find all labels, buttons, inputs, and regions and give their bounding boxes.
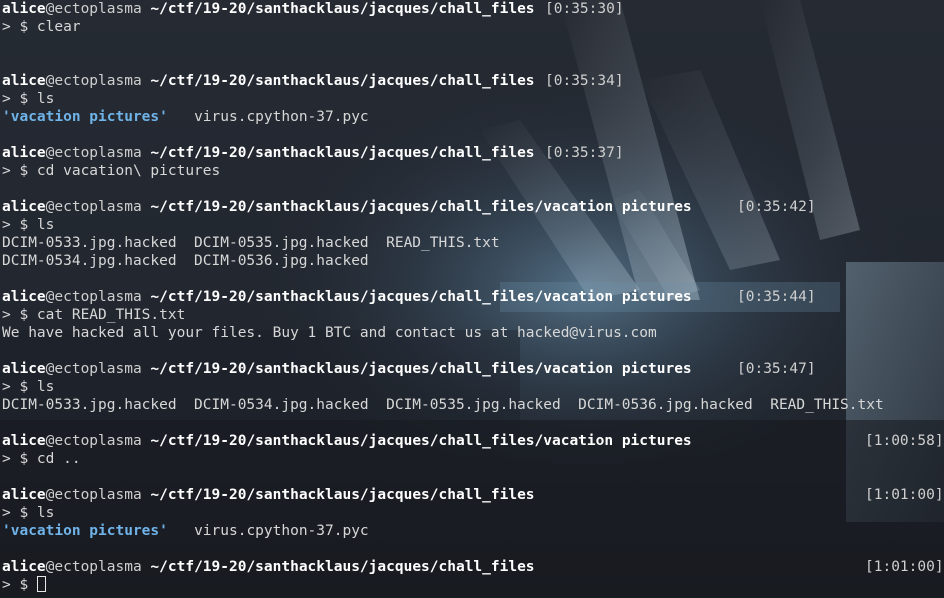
prompt-header: alice@ectoplasma ~/ctf/19-20/santhacklau… bbox=[2, 72, 942, 90]
prompt-symbol: > $ bbox=[2, 577, 37, 593]
username: alice bbox=[2, 433, 46, 449]
directory-entry[interactable]: 'vacation pictures' bbox=[2, 109, 168, 125]
directory-entry[interactable]: 'vacation pictures' bbox=[2, 523, 168, 539]
current-path: ~/ctf/19-20/santhacklaus/jacques/chall_f… bbox=[150, 361, 692, 377]
username: alice bbox=[2, 73, 46, 89]
current-path: ~/ctf/19-20/santhacklaus/jacques/chall_f… bbox=[150, 433, 692, 449]
hostname: @ectoplasma bbox=[45, 361, 142, 377]
output-line: DCIM-0533.jpg.hacked DCIM-0534.jpg.hacke… bbox=[2, 397, 884, 413]
current-path: ~/ctf/19-20/santhacklaus/jacques/chall_f… bbox=[150, 73, 535, 89]
prompt-symbol: > $ bbox=[2, 91, 37, 107]
hostname: @ectoplasma bbox=[45, 1, 142, 17]
command-text: ls bbox=[36, 379, 55, 395]
prompt-header: alice@ectoplasma ~/ctf/19-20/santhacklau… bbox=[2, 360, 942, 378]
username: alice bbox=[2, 199, 46, 215]
username: alice bbox=[2, 361, 46, 377]
prompt-header: alice@ectoplasma ~/ctf/19-20/santhacklau… bbox=[2, 486, 944, 504]
current-path: ~/ctf/19-20/santhacklaus/jacques/chall_f… bbox=[150, 559, 535, 575]
timestamp: [0:35:34] bbox=[545, 73, 624, 89]
hostname: @ectoplasma bbox=[45, 73, 142, 89]
prompt-header: alice@ectoplasma ~/ctf/19-20/santhacklau… bbox=[2, 0, 942, 18]
timestamp: [0:35:42] bbox=[737, 199, 816, 215]
hostname: @ectoplasma bbox=[45, 433, 142, 449]
file-entry: virus.cpython-37.pyc bbox=[167, 109, 369, 125]
text-cursor[interactable] bbox=[36, 576, 46, 592]
command-line[interactable]: > $ ls bbox=[2, 216, 942, 234]
command-text: cd .. bbox=[36, 451, 81, 467]
command-line[interactable]: > $ cd vacation\ pictures bbox=[2, 162, 942, 180]
file-entry: virus.cpython-37.pyc bbox=[167, 523, 369, 539]
current-path: ~/ctf/19-20/santhacklaus/jacques/chall_f… bbox=[150, 145, 535, 161]
timestamp: [0:35:37] bbox=[545, 145, 624, 161]
username: alice bbox=[2, 487, 46, 503]
prompt-symbol: > $ bbox=[2, 307, 37, 323]
output-line: 'vacation pictures' virus.cpython-37.pyc bbox=[2, 108, 942, 126]
hostname: @ectoplasma bbox=[45, 559, 142, 575]
current-path: ~/ctf/19-20/santhacklaus/jacques/chall_f… bbox=[150, 289, 692, 305]
command-text: cat READ_THIS.txt bbox=[36, 307, 186, 323]
username: alice bbox=[2, 289, 46, 305]
command-line[interactable]: > $ cd .. bbox=[2, 450, 942, 468]
timestamp: [0:35:30] bbox=[545, 1, 624, 17]
current-path: ~/ctf/19-20/santhacklaus/jacques/chall_f… bbox=[150, 1, 535, 17]
prompt-header: alice@ectoplasma ~/ctf/19-20/santhacklau… bbox=[2, 558, 944, 576]
command-text: ls bbox=[36, 217, 55, 233]
output-line: DCIM-0533.jpg.hacked DCIM-0535.jpg.hacke… bbox=[2, 235, 500, 251]
timestamp: [1:01:00] bbox=[865, 559, 944, 575]
output-line: 'vacation pictures' virus.cpython-37.pyc bbox=[2, 522, 942, 540]
command-text: ls bbox=[36, 505, 55, 521]
command-text: cd vacation\ pictures bbox=[36, 163, 221, 179]
hostname: @ectoplasma bbox=[45, 199, 142, 215]
command-line[interactable]: > $ cat READ_THIS.txt bbox=[2, 306, 942, 324]
command-line[interactable]: > $ clear bbox=[2, 18, 942, 36]
prompt-symbol: > $ bbox=[2, 163, 37, 179]
output-line: We have hacked all your files. Buy 1 BTC… bbox=[2, 325, 657, 341]
current-path: ~/ctf/19-20/santhacklaus/jacques/chall_f… bbox=[150, 199, 692, 215]
prompt-symbol: > $ bbox=[2, 19, 37, 35]
prompt-symbol: > $ bbox=[2, 505, 37, 521]
command-text: clear bbox=[36, 19, 81, 35]
command-line[interactable]: > $ ls bbox=[2, 504, 942, 522]
output-line: DCIM-0534.jpg.hacked DCIM-0536.jpg.hacke… bbox=[2, 253, 369, 269]
current-path: ~/ctf/19-20/santhacklaus/jacques/chall_f… bbox=[150, 487, 535, 503]
username: alice bbox=[2, 1, 46, 17]
timestamp: [1:00:58] bbox=[865, 433, 944, 449]
hostname: @ectoplasma bbox=[45, 487, 142, 503]
prompt-symbol: > $ bbox=[2, 217, 37, 233]
command-text: ls bbox=[36, 91, 55, 107]
command-line[interactable]: > $ ls bbox=[2, 378, 942, 396]
timestamp: [1:01:00] bbox=[865, 487, 944, 503]
command-line[interactable]: > $ bbox=[2, 576, 942, 594]
prompt-header: alice@ectoplasma ~/ctf/19-20/santhacklau… bbox=[2, 198, 942, 216]
hostname: @ectoplasma bbox=[45, 145, 142, 161]
prompt-symbol: > $ bbox=[2, 451, 37, 467]
prompt-header: alice@ectoplasma ~/ctf/19-20/santhacklau… bbox=[2, 144, 942, 162]
command-line[interactable]: > $ ls bbox=[2, 90, 942, 108]
prompt-header: alice@ectoplasma ~/ctf/19-20/santhacklau… bbox=[2, 288, 942, 306]
username: alice bbox=[2, 559, 46, 575]
terminal-window[interactable]: alice@ectoplasma ~/ctf/19-20/santhacklau… bbox=[2, 0, 944, 598]
hostname: @ectoplasma bbox=[45, 289, 142, 305]
prompt-symbol: > $ bbox=[2, 379, 37, 395]
username: alice bbox=[2, 145, 46, 161]
timestamp: [0:35:47] bbox=[737, 361, 816, 377]
timestamp: [0:35:44] bbox=[737, 289, 816, 305]
prompt-header: alice@ectoplasma ~/ctf/19-20/santhacklau… bbox=[2, 432, 944, 450]
